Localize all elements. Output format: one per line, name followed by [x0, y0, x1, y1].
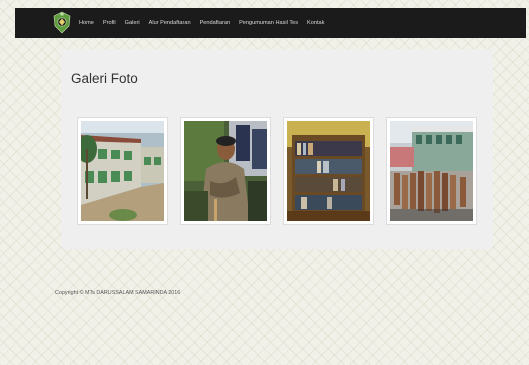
gallery-photo-2[interactable]	[180, 117, 271, 225]
students-outdoor-photo	[184, 121, 267, 221]
nav-galeri[interactable]: Galeri	[125, 20, 140, 26]
top-navbar: Home Profil Galeri Alur Pendaftaran Pend…	[15, 8, 526, 38]
nav-home[interactable]: Home	[79, 20, 94, 26]
nav-profil[interactable]: Profil	[103, 20, 116, 26]
gallery-photo-3[interactable]	[283, 117, 374, 225]
students-assembly-photo	[390, 121, 473, 221]
gallery-panel: Galeri Foto	[61, 49, 493, 249]
nav-menu: Home Profil Galeri Alur Pendaftaran Pend…	[79, 8, 324, 38]
nav-alur-pendaftaran[interactable]: Alur Pendaftaran	[149, 20, 191, 26]
library-bookshelf-photo	[287, 121, 370, 221]
school-building-photo	[81, 121, 164, 221]
nav-pendaftaran[interactable]: Pendaftaran	[200, 20, 230, 26]
footer-copyright: Copyright © MTs DARUSSALAM SAMARINDA 201…	[55, 290, 181, 296]
page-title: Galeri Foto	[71, 71, 138, 86]
nav-kontak[interactable]: Kontak	[307, 20, 324, 26]
school-emblem-icon[interactable]	[53, 11, 71, 34]
gallery-photo-4[interactable]	[386, 117, 477, 225]
gallery-photo-1[interactable]	[77, 117, 168, 225]
nav-pengumuman-hasil-tes[interactable]: Pengumuman Hasil Tes	[239, 20, 298, 26]
